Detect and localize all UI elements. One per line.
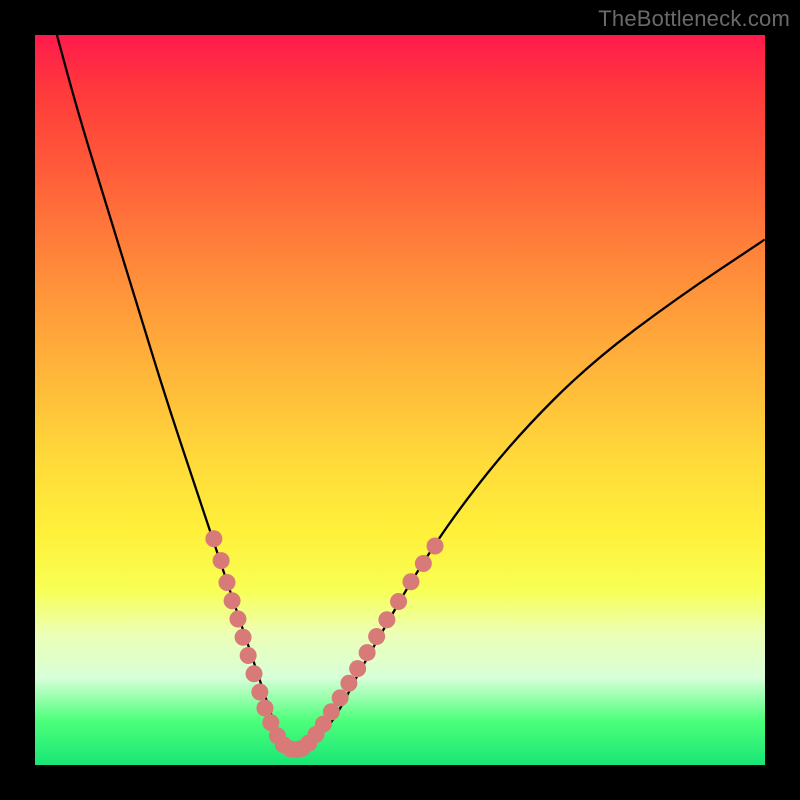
data-marker — [332, 689, 349, 706]
data-marker — [256, 700, 273, 717]
data-marker — [224, 592, 241, 609]
data-marker — [427, 538, 444, 555]
data-marker — [349, 660, 366, 677]
data-marker — [240, 647, 257, 664]
data-marker — [251, 684, 268, 701]
data-marker — [205, 530, 222, 547]
data-marker — [340, 675, 357, 692]
plot-area — [35, 35, 765, 765]
chart-stage: TheBottleneck.com — [0, 0, 800, 800]
bottleneck-curve — [57, 35, 765, 750]
data-marker — [368, 628, 385, 645]
data-marker — [390, 593, 407, 610]
data-marker — [402, 573, 419, 590]
watermark-text: TheBottleneck.com — [598, 6, 790, 32]
data-marker — [229, 611, 246, 628]
marker-group — [205, 530, 443, 758]
data-marker — [218, 574, 235, 591]
chart-svg — [35, 35, 765, 765]
data-marker — [415, 555, 432, 572]
data-marker — [246, 665, 263, 682]
data-marker — [359, 644, 376, 661]
data-marker — [213, 552, 230, 569]
data-marker — [235, 629, 252, 646]
data-marker — [378, 611, 395, 628]
